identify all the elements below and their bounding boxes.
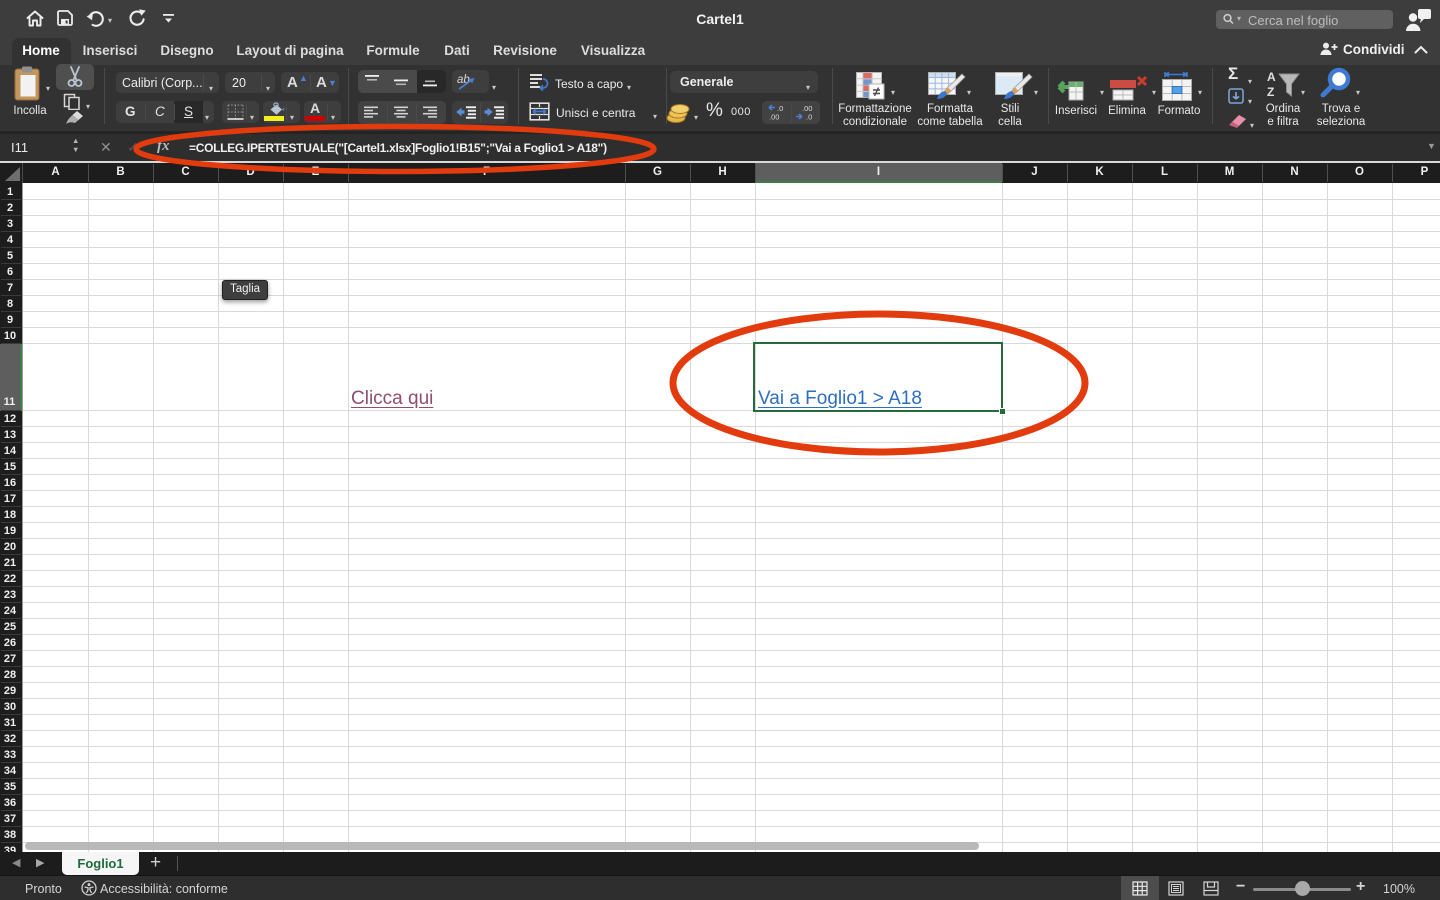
svg-text:ab: ab — [457, 74, 470, 86]
svg-text:.00: .00 — [769, 113, 779, 122]
svg-text:.0: .0 — [806, 113, 812, 122]
svg-text:Z: Z — [1267, 85, 1274, 99]
svg-text:A: A — [1267, 70, 1276, 84]
